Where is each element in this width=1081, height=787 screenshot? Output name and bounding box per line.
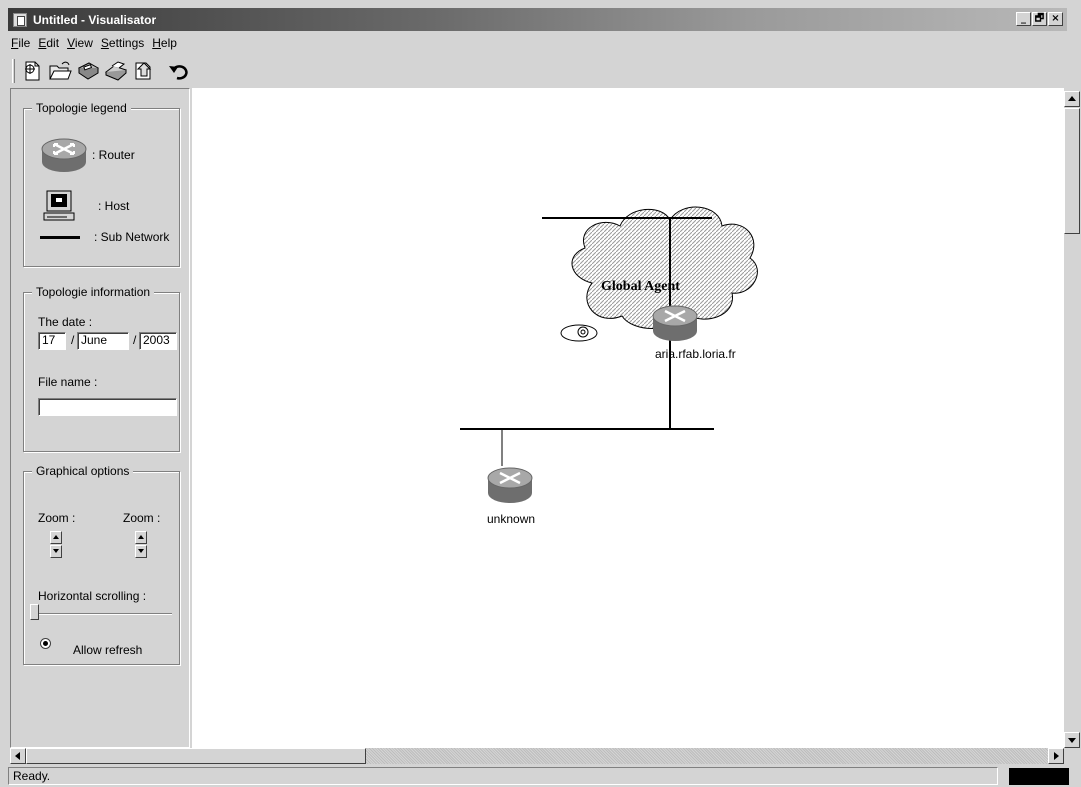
- export-button[interactable]: [131, 58, 157, 84]
- horizontal-scroll-thumb[interactable]: [26, 748, 366, 764]
- zoom-spinner-1: [50, 531, 62, 559]
- menu-settings[interactable]: Settings: [97, 36, 148, 50]
- file-name-field[interactable]: [38, 398, 177, 416]
- zoom-spinner-2: [135, 531, 147, 559]
- router-aria-label: aria.rfab.loria.fr: [655, 347, 736, 361]
- topology-canvas[interactable]: Global Agent aria.rfab.loria.fr unknown: [192, 88, 1064, 748]
- horizontal-scrollbar[interactable]: [10, 748, 1064, 764]
- print-button[interactable]: [103, 58, 129, 84]
- scroll-left-button[interactable]: [10, 748, 26, 764]
- legend-host-row: : Host: [42, 189, 129, 223]
- window-title: Untitled - Visualisator: [33, 12, 157, 27]
- minimize-button[interactable]: _: [1016, 12, 1031, 26]
- router-unknown-label: unknown: [487, 512, 536, 526]
- date-label: The date :: [38, 315, 93, 329]
- zoom-1-down-button[interactable]: [50, 545, 62, 558]
- info-group: Topologie information The date : 17 / Ju…: [23, 285, 180, 452]
- host-icon: [43, 190, 75, 221]
- open-icon: [49, 61, 72, 80]
- router-aria[interactable]: [652, 305, 698, 341]
- app-icon: [13, 12, 27, 27]
- menu-file[interactable]: File: [8, 36, 34, 50]
- close-button[interactable]: ×: [1048, 12, 1063, 26]
- scroll-down-button[interactable]: [1064, 732, 1080, 748]
- status-text: Ready.: [8, 767, 998, 785]
- horizontal-scrolling-track[interactable]: [30, 613, 172, 615]
- vertical-scrollbar[interactable]: [1064, 88, 1080, 748]
- open-button[interactable]: [47, 58, 73, 84]
- file-name-label: File name :: [38, 375, 98, 389]
- router-unknown[interactable]: [487, 467, 533, 503]
- year-field[interactable]: 2003: [139, 332, 177, 350]
- menu-edit[interactable]: Edit: [34, 36, 63, 50]
- new-icon: [25, 61, 40, 81]
- zoom-label-1: Zoom :: [38, 511, 76, 525]
- print-icon: [105, 61, 127, 81]
- agent-icon[interactable]: [560, 324, 598, 342]
- title-bar: Untitled - Visualisator _ 🗗 ×: [8, 8, 1067, 31]
- date-separator-2: /: [133, 333, 137, 347]
- graphical-group-title: Graphical options: [32, 464, 134, 478]
- info-group-title: Topologie information: [32, 285, 155, 299]
- date-separator-1: /: [71, 333, 75, 347]
- legend-subnet-label: : Sub Network: [94, 230, 170, 244]
- allow-refresh-label: Allow refresh: [73, 643, 143, 657]
- export-icon: [135, 62, 152, 80]
- status-indicator: [1009, 768, 1069, 785]
- allow-refresh-radio[interactable]: [40, 638, 51, 649]
- legend-host-label: : Host: [98, 199, 130, 213]
- horizontal-scrolling-label: Horizontal scrolling :: [38, 589, 147, 603]
- horizontal-scroll-trough[interactable]: [366, 748, 1048, 764]
- status-bar: Ready.: [8, 766, 1073, 786]
- legend-subnet-row: : Sub Network: [40, 230, 169, 244]
- new-button[interactable]: [19, 58, 45, 84]
- maximize-button[interactable]: 🗗: [1032, 12, 1047, 26]
- zoom-2-up-button[interactable]: [135, 531, 147, 544]
- save-icon: [78, 62, 99, 80]
- menu-bar: File Edit View Settings Help: [8, 33, 181, 53]
- legend-router-row: : Router: [40, 135, 135, 175]
- zoom-1-up-button[interactable]: [50, 531, 62, 544]
- menu-help[interactable]: Help: [148, 36, 181, 50]
- zoom-label-2: Zoom :: [123, 511, 161, 525]
- undo-icon: [169, 65, 188, 80]
- horizontal-scrolling-slider[interactable]: [30, 604, 39, 620]
- month-field[interactable]: June: [77, 332, 129, 350]
- legend-group: Topologie legend : Router : Host: Sub N…: [23, 101, 180, 267]
- sidebar: Topologie legend : Router : Host: Sub N…: [10, 88, 190, 748]
- day-field[interactable]: 17: [38, 332, 66, 350]
- scroll-right-button[interactable]: [1048, 748, 1064, 764]
- save-button[interactable]: [75, 58, 101, 84]
- scroll-up-button[interactable]: [1064, 91, 1080, 107]
- toolbar: [8, 56, 1067, 86]
- menu-view[interactable]: View: [63, 36, 97, 50]
- subnet-line-icon: [40, 235, 80, 239]
- router-icon: [41, 138, 87, 172]
- toolbar-grip[interactable]: [12, 59, 15, 83]
- zoom-2-down-button[interactable]: [135, 545, 147, 558]
- legend-router-label: : Router: [92, 148, 135, 162]
- undo-button[interactable]: [165, 58, 191, 84]
- vertical-scroll-thumb[interactable]: [1064, 108, 1080, 234]
- graphical-group: Graphical options Zoom : Zoom : Horizont…: [23, 464, 180, 665]
- legend-group-title: Topologie legend: [32, 101, 131, 115]
- global-agent-label: Global Agent: [601, 279, 680, 294]
